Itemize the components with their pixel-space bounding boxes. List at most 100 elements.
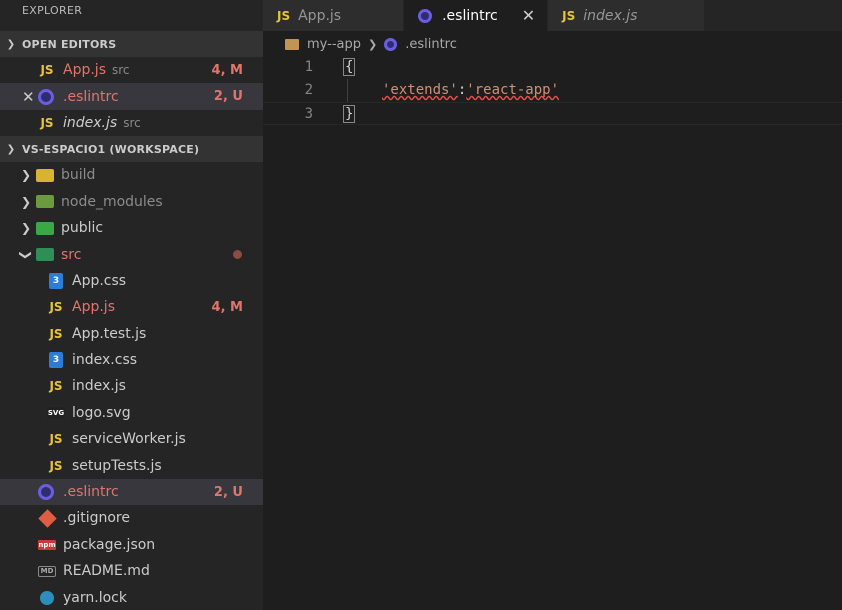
yarn-icon bbox=[40, 590, 54, 605]
tree-item-label: App.css bbox=[72, 272, 127, 289]
close-icon[interactable]: ✕ bbox=[22, 88, 35, 106]
tree-file-app-css[interactable]: 3 App.css bbox=[0, 268, 263, 294]
tab-label: index.js bbox=[583, 7, 638, 24]
tree-file-yarn-lock[interactable]: yarn.lock bbox=[0, 584, 263, 610]
tree-item-label: build bbox=[61, 167, 96, 184]
editor-area: JS App.js .eslintrc ✕ JS index.js my--ap… bbox=[263, 0, 842, 610]
json-value: 'react-app' bbox=[466, 82, 560, 98]
npm-icon: npm bbox=[38, 539, 56, 550]
tree-folder-build[interactable]: ❯ build bbox=[0, 162, 263, 188]
js-file-icon: JS bbox=[40, 115, 54, 130]
close-icon[interactable]: ✕ bbox=[522, 6, 535, 25]
tree-item-label: package.json bbox=[63, 536, 156, 553]
eslint-file-icon bbox=[384, 37, 398, 51]
tree-file-eslintrc[interactable]: .eslintrc 2, U bbox=[0, 478, 263, 506]
js-file-icon: JS bbox=[49, 458, 63, 473]
problems-badge: 2, U bbox=[213, 89, 243, 105]
tree-folder-public[interactable]: ❯ public bbox=[0, 215, 263, 241]
open-editor-label: index.js bbox=[63, 114, 118, 131]
chevron-right-icon: ❯ bbox=[20, 221, 32, 236]
folder-icon bbox=[36, 221, 54, 235]
tab-label: App.js bbox=[298, 7, 342, 24]
tree-item-label: src bbox=[61, 246, 82, 263]
tree-item-label: App.js bbox=[72, 299, 115, 316]
markdown-icon: MD bbox=[38, 565, 56, 577]
sidebar-title: EXPLORER bbox=[22, 4, 83, 17]
open-editor-desc: src bbox=[123, 115, 141, 130]
explorer-sidebar: EXPLORER ❯ OPEN EDITORS JS App.js src 4,… bbox=[0, 0, 263, 610]
tree-file-package-json[interactable]: npm package.json bbox=[0, 532, 263, 558]
tab-index-js[interactable]: JS index.js bbox=[548, 0, 705, 31]
open-editor-index-js[interactable]: JS index.js src bbox=[0, 110, 263, 136]
tab-eslintrc[interactable]: .eslintrc ✕ bbox=[404, 0, 548, 31]
problems-badge: 4, M bbox=[211, 299, 243, 315]
tree-item-label: README.md bbox=[63, 563, 150, 580]
line-number: 3 bbox=[304, 106, 313, 122]
css-file-icon: 3 bbox=[49, 272, 63, 289]
code-line-1: 1 { bbox=[263, 56, 842, 79]
line-content: { bbox=[343, 56, 356, 79]
code-line-3: 3 } bbox=[263, 102, 842, 125]
eslint-file-icon bbox=[418, 8, 433, 23]
tree-item-label: index.css bbox=[72, 352, 138, 369]
line-content: } bbox=[343, 103, 356, 126]
svg-file-icon: SVG bbox=[47, 406, 65, 419]
indent-guide bbox=[347, 79, 348, 102]
line-number: 2 bbox=[304, 82, 313, 98]
code-editor[interactable]: 1 { 2 'extends':'react-app' 3 } bbox=[263, 56, 842, 125]
tree-file-readme-md[interactable]: MD README.md bbox=[0, 558, 263, 584]
js-file-icon: JS bbox=[40, 63, 54, 78]
test-js-file-icon: JS bbox=[49, 326, 63, 341]
json-key: 'extends' bbox=[382, 82, 458, 98]
tree-item-label: logo.svg bbox=[72, 404, 131, 421]
chevron-right-icon: ❯ bbox=[367, 37, 378, 51]
tree-item-label: .gitignore bbox=[63, 510, 130, 527]
tree-folder-node-modules[interactable]: ❯ node_modules bbox=[0, 189, 263, 215]
workspace-header[interactable]: ❯ VS-ESPACIO1 (WORKSPACE) bbox=[0, 136, 263, 163]
tree-item-label: serviceWorker.js bbox=[72, 431, 186, 448]
open-editor-app-js[interactable]: JS App.js src 4, M bbox=[0, 57, 263, 83]
line-number: 1 bbox=[304, 59, 313, 75]
open-editors-title: OPEN EDITORS bbox=[22, 37, 117, 51]
tree-folder-src[interactable]: ❯ src bbox=[0, 241, 263, 267]
tree-file-setup-tests-js[interactable]: JS setupTests.js bbox=[0, 452, 263, 478]
tree-file-index-css[interactable]: 3 index.css bbox=[0, 347, 263, 373]
js-file-icon: JS bbox=[49, 432, 63, 447]
tree-item-label: node_modules bbox=[61, 193, 163, 210]
breadcrumb-file[interactable]: .eslintrc bbox=[405, 37, 457, 52]
tree-file-app-test-js[interactable]: JS App.test.js bbox=[0, 321, 263, 347]
tree-item-label: setupTests.js bbox=[72, 457, 162, 474]
tree-item-label: yarn.lock bbox=[63, 589, 127, 606]
js-file-icon: JS bbox=[49, 300, 63, 315]
breadcrumb: my--app ❯ .eslintrc bbox=[263, 31, 842, 57]
tab-app-js[interactable]: JS App.js bbox=[263, 0, 404, 31]
open-editor-desc: src bbox=[111, 63, 130, 78]
eslint-file-icon bbox=[38, 88, 54, 105]
modified-dot-icon bbox=[233, 250, 242, 260]
folder-icon bbox=[36, 168, 54, 182]
tree-file-index-js[interactable]: JS index.js bbox=[0, 373, 263, 399]
chevron-right-icon: ❯ bbox=[20, 194, 32, 209]
problems-badge: 2, U bbox=[213, 484, 243, 500]
folder-icon bbox=[285, 38, 299, 50]
eslint-file-icon bbox=[38, 484, 54, 501]
open-editors-header[interactable]: ❯ OPEN EDITORS bbox=[0, 31, 263, 57]
tree-item-label: App.test.js bbox=[72, 325, 147, 342]
tree-file-service-worker-js[interactable]: JS serviceWorker.js bbox=[0, 426, 263, 452]
open-editor-eslintrc[interactable]: ✕ .eslintrc 2, U bbox=[0, 83, 263, 110]
tree-file-gitignore[interactable]: .gitignore bbox=[0, 505, 263, 531]
css-file-icon: 3 bbox=[49, 352, 63, 369]
js-file-icon: JS bbox=[562, 8, 576, 23]
tree-file-app-js[interactable]: JS App.js 4, M bbox=[0, 294, 263, 320]
chevron-right-icon: ❯ bbox=[20, 168, 32, 183]
chevron-down-icon: ❯ bbox=[6, 38, 16, 50]
tree-item-label: .eslintrc bbox=[63, 484, 119, 501]
open-brace: { bbox=[343, 58, 356, 76]
git-icon bbox=[38, 509, 57, 528]
tree-file-logo-svg[interactable]: SVG logo.svg bbox=[0, 400, 263, 426]
problems-badge: 4, M bbox=[211, 62, 243, 78]
open-editor-label: App.js bbox=[63, 62, 106, 79]
chevron-down-icon: ❯ bbox=[19, 249, 33, 260]
chevron-down-icon: ❯ bbox=[6, 143, 16, 155]
breadcrumb-folder[interactable]: my--app bbox=[307, 37, 361, 52]
